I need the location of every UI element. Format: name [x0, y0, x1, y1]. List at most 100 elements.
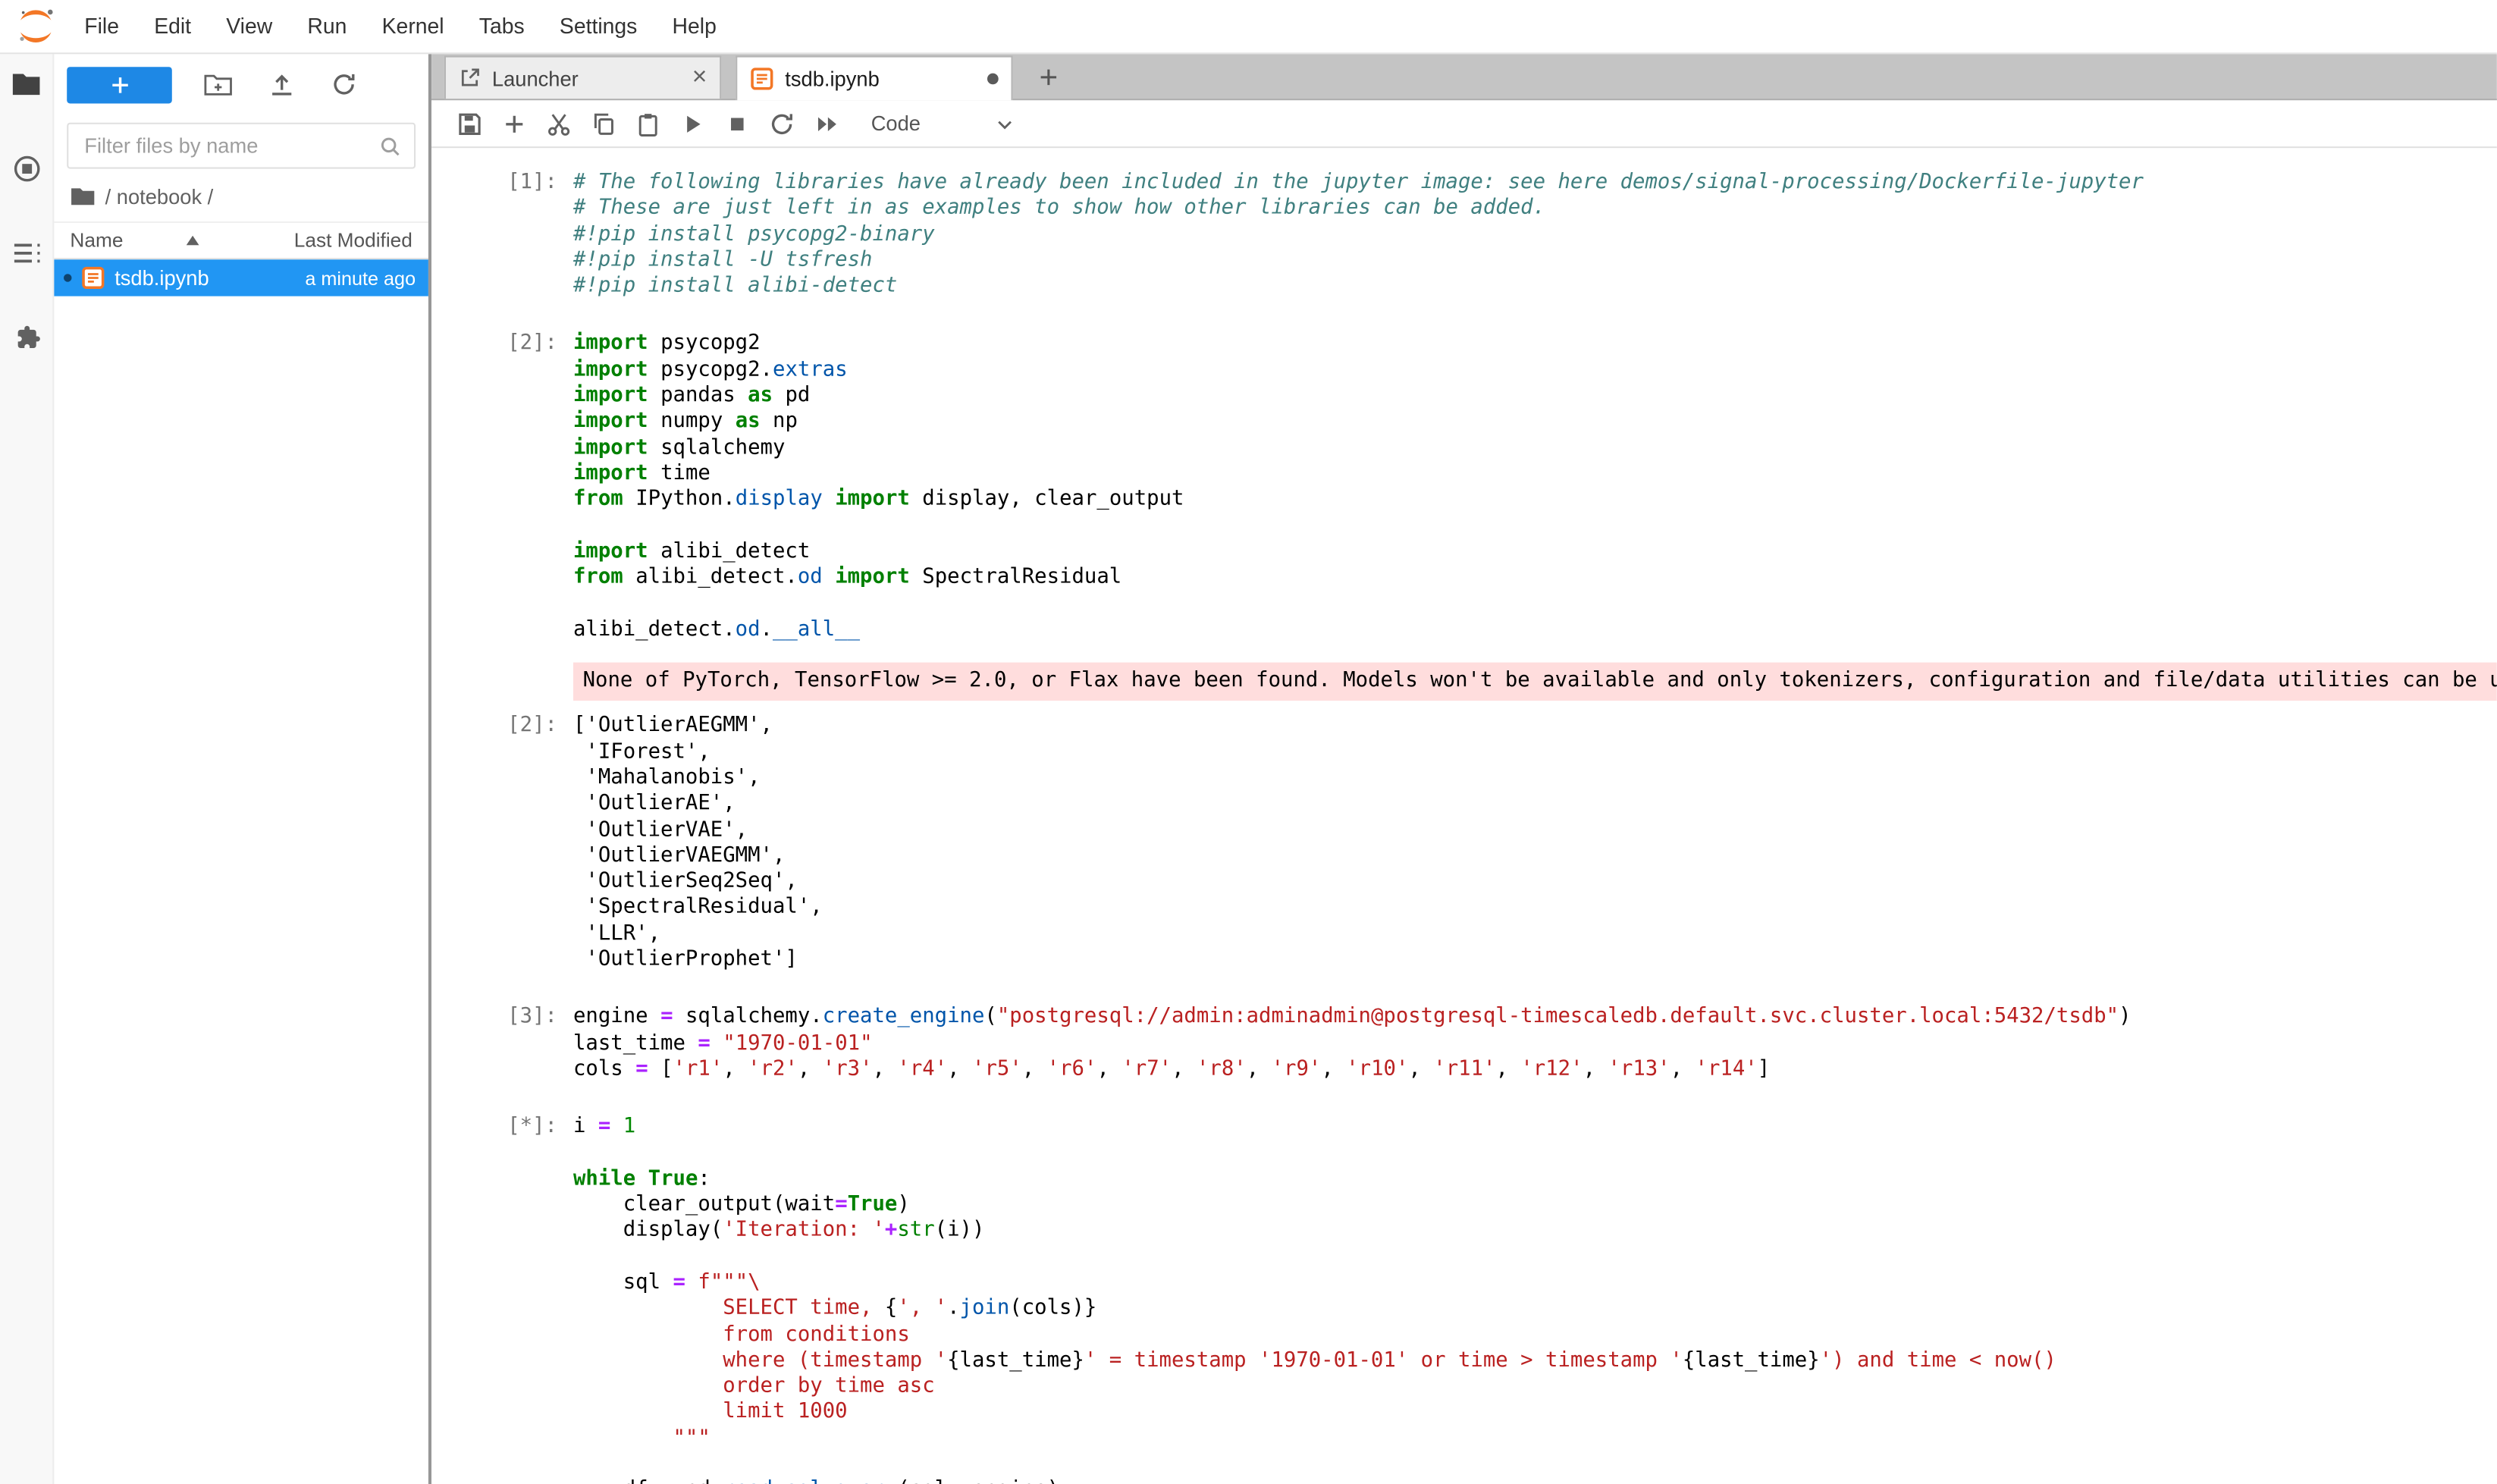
- file-name: tsdb.ipynb: [114, 266, 209, 290]
- file-filter: [67, 123, 416, 169]
- notebook-file-icon: [750, 67, 774, 91]
- interrupt-kernel-button[interactable]: [715, 105, 760, 143]
- main-area: Launcher × tsdb.ipynb: [431, 54, 2497, 1484]
- menu-item-tabs[interactable]: Tabs: [462, 14, 542, 38]
- cell-type-select[interactable]: Code: [864, 108, 1021, 139]
- plus-icon: [109, 74, 130, 95]
- menu-item-view[interactable]: View: [209, 14, 290, 38]
- code-editor[interactable]: engine = sqlalchemy.create_engine("postg…: [573, 1006, 2132, 1084]
- cell-type-value: Code: [871, 111, 921, 135]
- code-cell: [3]:engine = sqlalchemy.create_engine("p…: [452, 1006, 2496, 1084]
- jupyter-logo-icon: [16, 6, 56, 46]
- new-folder-icon: [204, 71, 233, 97]
- restart-icon: [769, 111, 795, 136]
- folder-icon: [70, 187, 96, 207]
- stop-icon: [726, 112, 748, 134]
- tab-launcher[interactable]: Launcher ×: [444, 56, 721, 99]
- restart-run-all-button[interactable]: [805, 105, 849, 143]
- search-icon: [379, 134, 401, 156]
- upload-icon: [269, 71, 295, 97]
- restart-kernel-button[interactable]: [760, 105, 805, 143]
- copy-cells-button[interactable]: [581, 105, 626, 143]
- stderr-text: None of PyTorch, TensorFlow >= 2.0, or F…: [583, 669, 2488, 695]
- sort-ascending-icon: [187, 236, 199, 246]
- paste-icon: [635, 111, 661, 136]
- file-browser: / notebook / Name Last Modified tsdb.ipy…: [54, 54, 428, 1484]
- code-editor[interactable]: i = 1 while True: clear_output(wait=True…: [573, 1115, 2056, 1484]
- save-icon: [457, 111, 483, 136]
- tab-tsdb-notebook[interactable]: tsdb.ipynb: [736, 56, 1012, 101]
- file-list-header: Name Last Modified: [54, 221, 428, 259]
- activity-bar: [0, 54, 54, 1484]
- plus-icon: [1037, 67, 1058, 87]
- cell-input-area: [3]:engine = sqlalchemy.create_engine("p…: [452, 1006, 2496, 1084]
- file-filter-input[interactable]: [81, 132, 379, 159]
- column-header-last-modified[interactable]: Last Modified: [294, 229, 413, 251]
- menu-item-kernel[interactable]: Kernel: [365, 14, 462, 38]
- menu-item-edit[interactable]: Edit: [136, 14, 209, 38]
- stderr-output: None of PyTorch, TensorFlow >= 2.0, or F…: [573, 663, 2497, 701]
- run-icon: [682, 112, 704, 134]
- column-header-name[interactable]: Name: [70, 229, 199, 251]
- new-tab-button[interactable]: [1027, 56, 1068, 99]
- paste-cells-button[interactable]: [626, 105, 670, 143]
- output-text: ['OutlierAEGMM', 'IForest', 'Mahalanobis…: [573, 714, 823, 974]
- menu-bar: FileEditViewRunKernelTabsSettingsHelp: [0, 0, 2497, 54]
- tab-bar: Launcher × tsdb.ipynb: [431, 54, 2497, 100]
- tab-label: Launcher: [492, 66, 579, 90]
- code-editor[interactable]: import psycopg2 import psycopg2.extras i…: [573, 332, 1184, 644]
- cut-cells-button[interactable]: [537, 105, 582, 143]
- add-cell-button[interactable]: [492, 105, 537, 143]
- code-editor[interactable]: # The following libraries have already b…: [573, 171, 2144, 300]
- column-name-label: Name: [70, 229, 123, 251]
- launcher-icon: [459, 67, 481, 89]
- copy-icon: [591, 111, 616, 136]
- close-tab-icon[interactable]: ×: [692, 65, 707, 91]
- input-prompt: [*]:: [452, 1115, 573, 1140]
- run-cell-button[interactable]: [670, 105, 715, 143]
- running-kernels-icon: [12, 155, 41, 184]
- folder-icon: [11, 71, 42, 97]
- jupyterlab-window: FileEditViewRunKernelTabsSettingsHelp: [0, 0, 2497, 1484]
- input-prompt: [2]:: [452, 332, 573, 358]
- cell-input-area: [1]:# The following libraries have alrea…: [452, 171, 2496, 300]
- new-folder-button[interactable]: [204, 71, 233, 97]
- save-button[interactable]: [447, 105, 492, 143]
- notebook-toolbar: Code: [431, 100, 2497, 148]
- code-cell: [*]:i = 1 while True: clear_output(wait=…: [452, 1115, 2496, 1484]
- chevron-down-icon: [996, 114, 1015, 133]
- sidebar-item-extensions[interactable]: [2, 315, 50, 360]
- breadcrumb-path: / notebook /: [105, 185, 214, 209]
- sidebar-item-running-kernels[interactable]: [2, 146, 50, 191]
- cell-output-area: [2]:['OutlierAEGMM', 'IForest', 'Mahalan…: [452, 714, 2496, 974]
- output-prompt: [2]:: [452, 714, 573, 740]
- refresh-icon: [331, 71, 357, 97]
- new-launcher-button[interactable]: [67, 66, 172, 102]
- menu-item-settings[interactable]: Settings: [542, 14, 655, 38]
- menu: FileEditViewRunKernelTabsSettingsHelp: [67, 0, 734, 52]
- sidebar-item-table-of-contents[interactable]: [2, 231, 50, 276]
- running-indicator-dot: [64, 274, 71, 282]
- puzzle-icon: [12, 323, 41, 352]
- upload-button[interactable]: [269, 71, 295, 97]
- input-prompt: [1]:: [452, 171, 573, 196]
- code-cell: [2]:import psycopg2 import psycopg2.extr…: [452, 332, 2496, 974]
- tab-label: tsdb.ipynb: [785, 67, 879, 91]
- breadcrumb[interactable]: / notebook /: [54, 175, 428, 215]
- scissors-icon: [546, 111, 572, 136]
- refresh-button[interactable]: [331, 71, 357, 97]
- jupyter-logo-icon: [16, 6, 56, 46]
- fast-forward-icon: [814, 112, 839, 134]
- input-prompt: [3]:: [452, 1006, 573, 1031]
- file-last-modified: a minute ago: [305, 267, 416, 289]
- code-cell: [1]:# The following libraries have alrea…: [452, 171, 2496, 300]
- unsaved-changes-dot[interactable]: [987, 74, 999, 85]
- file-browser-toolbar: [54, 61, 428, 108]
- menu-item-help[interactable]: Help: [654, 14, 734, 38]
- sidebar-item-file-browser[interactable]: [2, 62, 50, 107]
- notebook-file-icon: [81, 266, 105, 290]
- file-row-tsdb-notebook[interactable]: tsdb.ipynb a minute ago: [54, 259, 428, 296]
- menu-item-run[interactable]: Run: [290, 14, 364, 38]
- notebook-content: [1]:# The following libraries have alrea…: [431, 148, 2497, 1484]
- menu-item-file[interactable]: File: [67, 14, 136, 38]
